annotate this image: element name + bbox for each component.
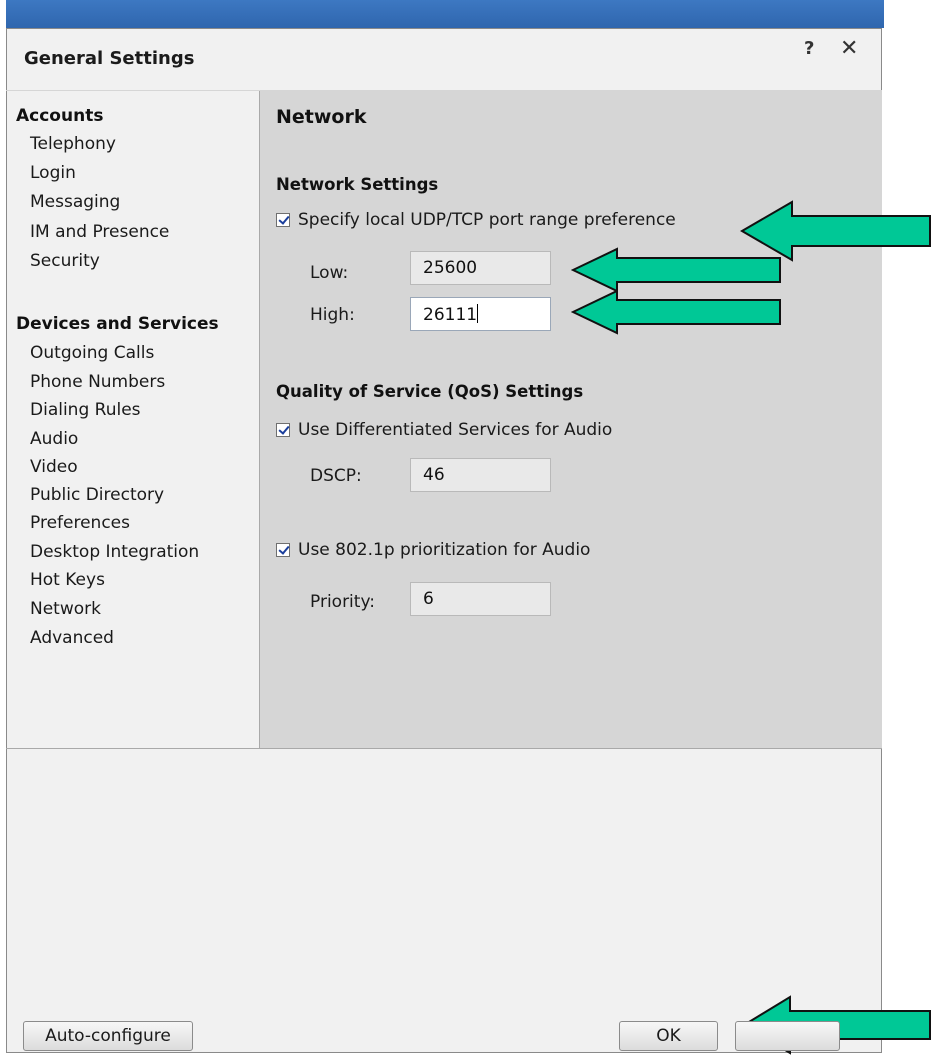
sidebar-item-outgoing-calls[interactable]: Outgoing Calls — [30, 343, 154, 363]
high-port-label: High: — [310, 305, 355, 325]
diffserv-checkbox[interactable] — [276, 423, 290, 437]
auto-configure-button[interactable]: Auto-configure — [23, 1021, 193, 1051]
sidebar-item-audio[interactable]: Audio — [30, 429, 78, 449]
annotation-arrow-high — [571, 289, 781, 335]
dscp-field[interactable]: 46 — [410, 458, 551, 492]
footer-divider — [6, 748, 882, 749]
priority-field[interactable]: 6 — [410, 582, 551, 616]
qos-settings-heading: Quality of Service (QoS) Settings — [276, 382, 584, 401]
sidebar-group-accounts: Accounts — [16, 106, 104, 126]
help-icon[interactable]: ? — [804, 38, 814, 59]
low-port-field[interactable]: 25600 — [410, 251, 551, 285]
diffserv-checkbox-label: Use Differentiated Services for Audio — [298, 420, 613, 440]
low-port-label: Low: — [310, 263, 349, 283]
sidebar-item-telephony[interactable]: Telephony — [30, 134, 116, 154]
sidebar-item-video[interactable]: Video — [30, 457, 78, 477]
prioritization-checkbox-label: Use 802.1p prioritization for Audio — [298, 540, 591, 560]
cancel-button[interactable] — [735, 1021, 840, 1051]
sidebar-item-hot-keys[interactable]: Hot Keys — [30, 570, 105, 590]
sidebar-item-phone-numbers[interactable]: Phone Numbers — [30, 372, 165, 392]
sidebar-item-preferences[interactable]: Preferences — [30, 513, 130, 533]
sidebar-item-public-directory[interactable]: Public Directory — [30, 485, 164, 505]
sidebar-item-desktop-integration[interactable]: Desktop Integration — [30, 542, 199, 562]
window-title-bar — [6, 0, 884, 28]
sidebar-item-im-and-presence[interactable]: IM and Presence — [30, 222, 169, 242]
text-caret — [477, 304, 479, 323]
sidebar-item-advanced[interactable]: Advanced — [30, 628, 114, 648]
sidebar-item-security[interactable]: Security — [30, 251, 100, 271]
sidebar-group-devices-and-services: Devices and Services — [16, 314, 219, 334]
dialog-title: General Settings — [24, 48, 195, 69]
page-title: Network — [276, 106, 367, 128]
network-settings-heading: Network Settings — [276, 175, 439, 194]
port-range-checkbox-label: Specify local UDP/TCP port range prefere… — [298, 210, 676, 230]
sidebar-item-dialing-rules[interactable]: Dialing Rules — [30, 400, 141, 420]
sidebar-item-login[interactable]: Login — [30, 163, 76, 183]
port-range-checkbox-row[interactable]: Specify local UDP/TCP port range prefere… — [276, 210, 676, 230]
diffserv-checkbox-row[interactable]: Use Differentiated Services for Audio — [276, 420, 612, 440]
dscp-label: DSCP: — [310, 466, 362, 486]
ok-button[interactable]: OK — [619, 1021, 718, 1051]
sidebar-item-network[interactable]: Network — [30, 599, 101, 619]
priority-label: Priority: — [310, 592, 375, 612]
high-port-value: 26111 — [423, 305, 478, 325]
prioritization-checkbox[interactable] — [276, 543, 290, 557]
annotation-arrow-low — [571, 247, 781, 293]
prioritization-checkbox-row[interactable]: Use 802.1p prioritization for Audio — [276, 540, 590, 560]
close-icon[interactable]: ✕ — [840, 36, 858, 61]
sidebar-item-messaging[interactable]: Messaging — [30, 192, 120, 212]
port-range-checkbox[interactable] — [276, 213, 290, 227]
high-port-field[interactable]: 26111 — [410, 297, 551, 331]
